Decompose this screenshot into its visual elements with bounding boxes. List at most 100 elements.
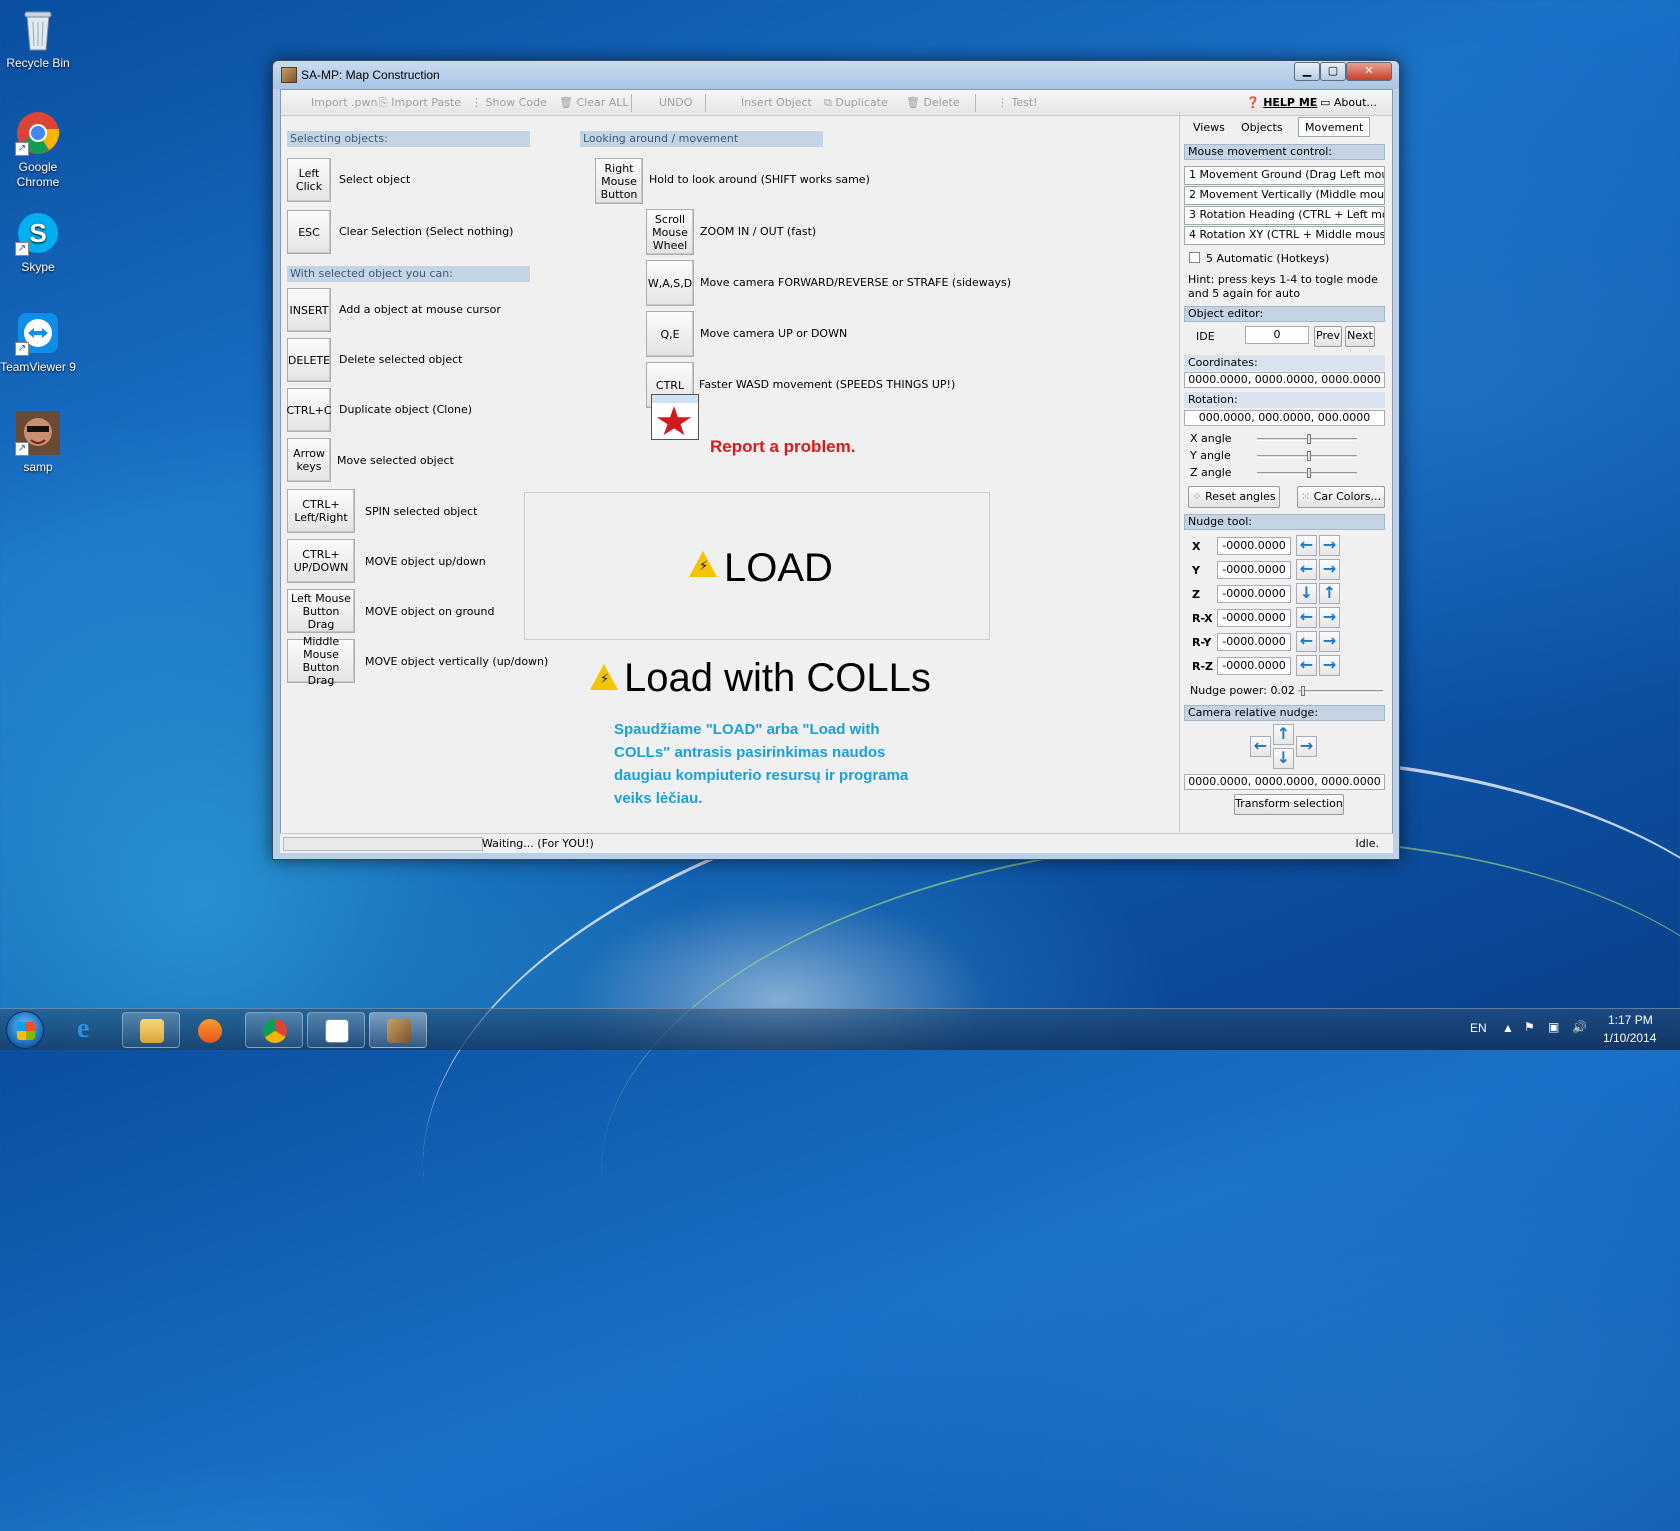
delete-button[interactable]: 🗑 Delete — [906, 96, 960, 109]
shortcut-arrow-icon: ↗ — [15, 142, 29, 156]
ide-input[interactable]: 0 — [1245, 326, 1309, 344]
nudge-x-right-arrow-icon[interactable]: → — [1319, 535, 1340, 556]
camera-nudge-up-arrow-icon[interactable]: ↑ — [1273, 724, 1294, 745]
camera-nudge-field[interactable]: 0000.0000, 0000.0000, 0000.0000 — [1184, 774, 1385, 790]
report-problem-link[interactable]: Report a problem. — [710, 437, 855, 457]
minimize-button[interactable]: ▁ — [1294, 62, 1320, 81]
nudge-rz-left-arrow-icon[interactable]: ← — [1296, 655, 1317, 676]
nudge-x-left-arrow-icon[interactable]: ← — [1296, 535, 1317, 556]
desc-clear-selection: Clear Selection (Select nothing) — [339, 225, 514, 238]
import-paste-label: Import Paste — [391, 96, 461, 109]
z-angle-slider-thumb[interactable] — [1307, 468, 1311, 478]
taskbar-file-explorer[interactable] — [122, 1012, 180, 1048]
camera-nudge-right-arrow-icon[interactable]: → — [1296, 736, 1317, 757]
clear-all-label: Clear ALL — [576, 96, 629, 109]
clear-all-button[interactable]: 🗑 Clear ALL — [559, 96, 629, 109]
nudge-rx-left-arrow-icon[interactable]: ← — [1296, 607, 1317, 628]
nudge-z-down-arrow-icon[interactable]: ↓ — [1296, 583, 1317, 604]
desc-move-on-ground: MOVE object on ground — [365, 605, 495, 618]
hint-text: Hint: press keys 1-4 to togle mode and 5… — [1188, 273, 1378, 300]
nudge-z-input[interactable]: -0000.0000 — [1217, 585, 1291, 603]
taskbar-notepad[interactable] — [307, 1012, 365, 1048]
desktop-icon-recycle-bin[interactable]: Recycle Bin — [0, 6, 76, 71]
looking-around-header: Looking around / movement — [580, 131, 823, 147]
y-angle-slider-thumb[interactable] — [1307, 451, 1311, 461]
nudge-rx-right-arrow-icon[interactable]: → — [1319, 607, 1340, 628]
volume-icon[interactable]: 🔊 — [1572, 1020, 1587, 1034]
mode-rotation-xy[interactable]: 4 Rotation XY (CTRL + Middle mouse) — [1184, 226, 1385, 245]
nudge-ry-right-arrow-icon[interactable]: → — [1319, 631, 1340, 652]
import-paste-button[interactable]: ⎘ Import Paste — [379, 96, 461, 110]
status-waiting: Waiting... (For YOU!) — [482, 837, 594, 850]
reset-angles-button[interactable]: ⁘ Reset angles — [1188, 486, 1280, 508]
coordinates-field[interactable]: 0000.0000, 0000.0000, 0000.0000 — [1184, 372, 1385, 388]
about-button[interactable]: ▭ About... — [1320, 96, 1377, 109]
load-button[interactable]: ⚡ LOAD — [524, 492, 990, 640]
show-code-button[interactable]: ⋮ Show Code — [471, 96, 547, 109]
desktop-icon-samp[interactable]: ↗ samp — [0, 410, 76, 475]
insert-object-button[interactable]: Insert Object — [741, 96, 812, 109]
network-icon[interactable]: ▣ — [1548, 1020, 1559, 1034]
desc-move-vertically: MOVE object vertically (up/down) — [365, 655, 549, 668]
nudge-y-right-arrow-icon[interactable]: → — [1319, 559, 1340, 580]
start-button[interactable] — [6, 1011, 44, 1049]
media-player-icon — [198, 1019, 222, 1043]
nudge-rz-right-arrow-icon[interactable]: → — [1319, 655, 1340, 676]
maximize-button[interactable]: ▢ — [1320, 62, 1346, 81]
desktop-icon-google-chrome[interactable]: ↗ Google Chrome — [0, 110, 76, 190]
duplicate-button[interactable]: ⧉ Duplicate — [824, 96, 888, 110]
mode-rotation-heading[interactable]: 3 Rotation Heading (CTRL + Left mouse) — [1184, 206, 1385, 225]
import-pwn-button[interactable]: Import .pwn — [311, 96, 377, 109]
close-button[interactable]: ✕ — [1346, 62, 1392, 81]
show-hidden-icons-icon[interactable]: ▲ — [1502, 1021, 1514, 1035]
nudge-power-slider-thumb[interactable] — [1301, 686, 1305, 696]
help-me-button[interactable]: ❓ HELP ME — [1246, 96, 1317, 109]
transform-selection-button[interactable]: Transform selection — [1234, 794, 1344, 815]
nudge-z-up-arrow-icon[interactable]: ↑ — [1319, 583, 1340, 604]
prev-button[interactable]: Prev — [1314, 326, 1342, 347]
desc-camera-up-down: Move camera UP or DOWN — [700, 327, 848, 340]
title-bar[interactable]: SA-MP: Map Construction ▁ ▢ ✕ — [273, 61, 1399, 89]
desktop-icon-teamviewer[interactable]: ↗ TeamViewer 9 — [0, 310, 76, 375]
nudge-ry-input[interactable]: -0000.0000 — [1217, 633, 1291, 651]
nudge-ry-left-arrow-icon[interactable]: ← — [1296, 631, 1317, 652]
rotation-field[interactable]: 000.0000, 000.0000, 000.0000 — [1184, 410, 1385, 426]
x-angle-slider-thumb[interactable] — [1307, 434, 1311, 444]
mode-movement-ground[interactable]: 1 Movement Ground (Drag Left mouse) — [1184, 166, 1385, 185]
clock-date[interactable]: 1/10/2014 — [1603, 1031, 1656, 1045]
language-indicator[interactable]: EN — [1470, 1021, 1487, 1035]
tab-views[interactable]: Views — [1186, 117, 1232, 137]
nudge-rz-input[interactable]: -0000.0000 — [1217, 657, 1291, 675]
taskbar-chrome[interactable] — [245, 1012, 303, 1048]
camera-nudge-down-arrow-icon[interactable]: ↓ — [1273, 748, 1294, 769]
tab-movement[interactable]: Movement — [1298, 117, 1371, 137]
car-colors-button[interactable]: ⁙ Car Colors... — [1297, 486, 1385, 508]
desktop-icon-skype[interactable]: S ↗ Skype — [0, 210, 76, 275]
desc-look-around: Hold to look around (SHIFT works same) — [649, 173, 870, 186]
nudge-rx-input[interactable]: -0000.0000 — [1217, 609, 1291, 627]
automatic-checkbox[interactable] — [1189, 252, 1200, 263]
app-icon — [281, 67, 297, 83]
next-button[interactable]: Next — [1345, 326, 1375, 347]
undo-button[interactable]: UNDO — [659, 96, 692, 109]
camera-nudge-left-arrow-icon[interactable]: ← — [1250, 736, 1271, 757]
nudge-power-slider[interactable] — [1298, 690, 1383, 693]
clock-time[interactable]: 1:17 PM — [1608, 1013, 1653, 1027]
nudge-y-left-arrow-icon[interactable]: ← — [1296, 559, 1317, 580]
nudge-y-input[interactable]: -0000.0000 — [1217, 561, 1291, 579]
taskbar-media-player[interactable] — [180, 1012, 238, 1048]
duplicate-label: Duplicate — [835, 96, 888, 109]
status-idle: Idle. — [1355, 837, 1379, 850]
key-middle-mouse-drag: Middle Mouse Button Drag — [287, 635, 355, 687]
taskbar-internet-explorer[interactable]: e — [60, 1012, 118, 1048]
mode-movement-vertically[interactable]: 2 Movement Vertically (Middle mouse) — [1184, 186, 1385, 205]
action-center-flag-icon[interactable]: ⚑ — [1524, 1020, 1535, 1034]
test-button[interactable]: ⋮ Test! — [997, 96, 1038, 109]
tab-objects[interactable]: Objects — [1234, 117, 1290, 137]
samp-icon: ↗ — [15, 410, 61, 456]
report-problem-icon[interactable] — [651, 394, 699, 440]
nudge-x-input[interactable]: -0000.0000 — [1217, 537, 1291, 555]
load-with-colls-button[interactable]: ⚡ Load with COLLs — [588, 656, 938, 704]
taskbar-map-construction[interactable] — [369, 1012, 427, 1048]
document-icon — [325, 1019, 349, 1043]
